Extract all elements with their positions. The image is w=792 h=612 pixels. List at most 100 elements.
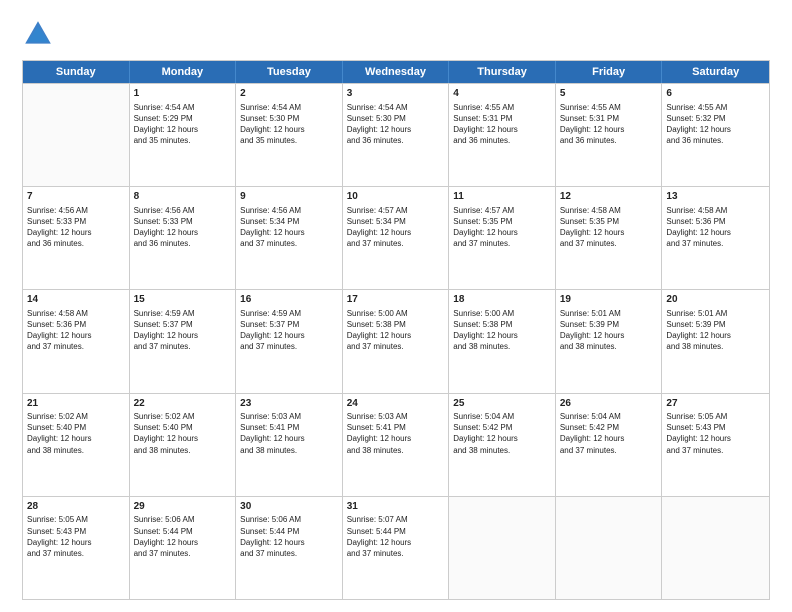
day-info: Sunrise: 5:06 AM Sunset: 5:44 PM Dayligh… (240, 514, 338, 559)
logo (22, 18, 60, 50)
table-row: 25Sunrise: 5:04 AM Sunset: 5:42 PM Dayli… (449, 394, 556, 496)
day-info: Sunrise: 5:05 AM Sunset: 5:43 PM Dayligh… (27, 514, 125, 559)
table-row: 20Sunrise: 5:01 AM Sunset: 5:39 PM Dayli… (662, 290, 769, 392)
table-row: 7Sunrise: 4:56 AM Sunset: 5:33 PM Daylig… (23, 187, 130, 289)
day-number: 5 (560, 87, 658, 101)
day-number: 4 (453, 87, 551, 101)
table-row: 28Sunrise: 5:05 AM Sunset: 5:43 PM Dayli… (23, 497, 130, 599)
calendar-row-2: 7Sunrise: 4:56 AM Sunset: 5:33 PM Daylig… (23, 186, 769, 289)
header-day-friday: Friday (556, 61, 663, 83)
header-day-tuesday: Tuesday (236, 61, 343, 83)
header-day-wednesday: Wednesday (343, 61, 450, 83)
table-row: 15Sunrise: 4:59 AM Sunset: 5:37 PM Dayli… (130, 290, 237, 392)
day-number: 31 (347, 500, 445, 514)
day-info: Sunrise: 5:06 AM Sunset: 5:44 PM Dayligh… (134, 514, 232, 559)
day-number: 25 (453, 397, 551, 411)
day-info: Sunrise: 4:54 AM Sunset: 5:29 PM Dayligh… (134, 102, 232, 147)
calendar-header: SundayMondayTuesdayWednesdayThursdayFrid… (23, 61, 769, 83)
day-number: 13 (666, 190, 765, 204)
day-number: 9 (240, 190, 338, 204)
day-number: 29 (134, 500, 232, 514)
day-number: 3 (347, 87, 445, 101)
table-row: 31Sunrise: 5:07 AM Sunset: 5:44 PM Dayli… (343, 497, 450, 599)
day-info: Sunrise: 5:00 AM Sunset: 5:38 PM Dayligh… (347, 308, 445, 353)
day-info: Sunrise: 4:55 AM Sunset: 5:31 PM Dayligh… (453, 102, 551, 147)
table-row: 26Sunrise: 5:04 AM Sunset: 5:42 PM Dayli… (556, 394, 663, 496)
day-number: 15 (134, 293, 232, 307)
calendar-row-5: 28Sunrise: 5:05 AM Sunset: 5:43 PM Dayli… (23, 496, 769, 599)
day-number: 11 (453, 190, 551, 204)
table-row: 10Sunrise: 4:57 AM Sunset: 5:34 PM Dayli… (343, 187, 450, 289)
day-info: Sunrise: 5:03 AM Sunset: 5:41 PM Dayligh… (347, 411, 445, 456)
day-number: 24 (347, 397, 445, 411)
table-row: 5Sunrise: 4:55 AM Sunset: 5:31 PM Daylig… (556, 84, 663, 186)
table-row: 19Sunrise: 5:01 AM Sunset: 5:39 PM Dayli… (556, 290, 663, 392)
day-number: 26 (560, 397, 658, 411)
table-row (556, 497, 663, 599)
day-info: Sunrise: 4:59 AM Sunset: 5:37 PM Dayligh… (240, 308, 338, 353)
table-row: 11Sunrise: 4:57 AM Sunset: 5:35 PM Dayli… (449, 187, 556, 289)
table-row: 13Sunrise: 4:58 AM Sunset: 5:36 PM Dayli… (662, 187, 769, 289)
day-info: Sunrise: 5:05 AM Sunset: 5:43 PM Dayligh… (666, 411, 765, 456)
calendar-body: 1Sunrise: 4:54 AM Sunset: 5:29 PM Daylig… (23, 83, 769, 599)
day-number: 21 (27, 397, 125, 411)
day-number: 12 (560, 190, 658, 204)
day-number: 10 (347, 190, 445, 204)
day-info: Sunrise: 4:58 AM Sunset: 5:36 PM Dayligh… (27, 308, 125, 353)
header (22, 18, 770, 50)
table-row: 1Sunrise: 4:54 AM Sunset: 5:29 PM Daylig… (130, 84, 237, 186)
day-info: Sunrise: 4:56 AM Sunset: 5:34 PM Dayligh… (240, 205, 338, 250)
table-row: 9Sunrise: 4:56 AM Sunset: 5:34 PM Daylig… (236, 187, 343, 289)
day-info: Sunrise: 4:59 AM Sunset: 5:37 PM Dayligh… (134, 308, 232, 353)
table-row: 8Sunrise: 4:56 AM Sunset: 5:33 PM Daylig… (130, 187, 237, 289)
table-row: 6Sunrise: 4:55 AM Sunset: 5:32 PM Daylig… (662, 84, 769, 186)
calendar-row-3: 14Sunrise: 4:58 AM Sunset: 5:36 PM Dayli… (23, 289, 769, 392)
day-number: 22 (134, 397, 232, 411)
calendar: SundayMondayTuesdayWednesdayThursdayFrid… (22, 60, 770, 600)
day-info: Sunrise: 5:07 AM Sunset: 5:44 PM Dayligh… (347, 514, 445, 559)
table-row: 4Sunrise: 4:55 AM Sunset: 5:31 PM Daylig… (449, 84, 556, 186)
calendar-row-4: 21Sunrise: 5:02 AM Sunset: 5:40 PM Dayli… (23, 393, 769, 496)
page: SundayMondayTuesdayWednesdayThursdayFrid… (0, 0, 792, 612)
day-number: 30 (240, 500, 338, 514)
logo-icon (22, 18, 54, 50)
table-row: 16Sunrise: 4:59 AM Sunset: 5:37 PM Dayli… (236, 290, 343, 392)
day-info: Sunrise: 5:03 AM Sunset: 5:41 PM Dayligh… (240, 411, 338, 456)
day-info: Sunrise: 5:01 AM Sunset: 5:39 PM Dayligh… (560, 308, 658, 353)
day-number: 1 (134, 87, 232, 101)
table-row: 2Sunrise: 4:54 AM Sunset: 5:30 PM Daylig… (236, 84, 343, 186)
day-number: 23 (240, 397, 338, 411)
table-row: 24Sunrise: 5:03 AM Sunset: 5:41 PM Dayli… (343, 394, 450, 496)
header-day-sunday: Sunday (23, 61, 130, 83)
day-info: Sunrise: 4:57 AM Sunset: 5:35 PM Dayligh… (453, 205, 551, 250)
day-number: 28 (27, 500, 125, 514)
header-day-monday: Monday (130, 61, 237, 83)
day-info: Sunrise: 4:55 AM Sunset: 5:31 PM Dayligh… (560, 102, 658, 147)
table-row: 22Sunrise: 5:02 AM Sunset: 5:40 PM Dayli… (130, 394, 237, 496)
day-info: Sunrise: 5:02 AM Sunset: 5:40 PM Dayligh… (27, 411, 125, 456)
day-info: Sunrise: 4:54 AM Sunset: 5:30 PM Dayligh… (347, 102, 445, 147)
table-row: 12Sunrise: 4:58 AM Sunset: 5:35 PM Dayli… (556, 187, 663, 289)
table-row: 14Sunrise: 4:58 AM Sunset: 5:36 PM Dayli… (23, 290, 130, 392)
day-number: 2 (240, 87, 338, 101)
day-number: 20 (666, 293, 765, 307)
day-number: 19 (560, 293, 658, 307)
day-info: Sunrise: 4:56 AM Sunset: 5:33 PM Dayligh… (134, 205, 232, 250)
day-info: Sunrise: 4:54 AM Sunset: 5:30 PM Dayligh… (240, 102, 338, 147)
day-number: 18 (453, 293, 551, 307)
day-number: 14 (27, 293, 125, 307)
header-day-thursday: Thursday (449, 61, 556, 83)
table-row: 23Sunrise: 5:03 AM Sunset: 5:41 PM Dayli… (236, 394, 343, 496)
table-row (662, 497, 769, 599)
day-info: Sunrise: 5:02 AM Sunset: 5:40 PM Dayligh… (134, 411, 232, 456)
day-number: 17 (347, 293, 445, 307)
day-number: 7 (27, 190, 125, 204)
table-row: 18Sunrise: 5:00 AM Sunset: 5:38 PM Dayli… (449, 290, 556, 392)
table-row: 27Sunrise: 5:05 AM Sunset: 5:43 PM Dayli… (662, 394, 769, 496)
day-number: 8 (134, 190, 232, 204)
day-number: 27 (666, 397, 765, 411)
day-info: Sunrise: 4:56 AM Sunset: 5:33 PM Dayligh… (27, 205, 125, 250)
day-info: Sunrise: 5:04 AM Sunset: 5:42 PM Dayligh… (453, 411, 551, 456)
day-info: Sunrise: 4:58 AM Sunset: 5:35 PM Dayligh… (560, 205, 658, 250)
table-row (23, 84, 130, 186)
